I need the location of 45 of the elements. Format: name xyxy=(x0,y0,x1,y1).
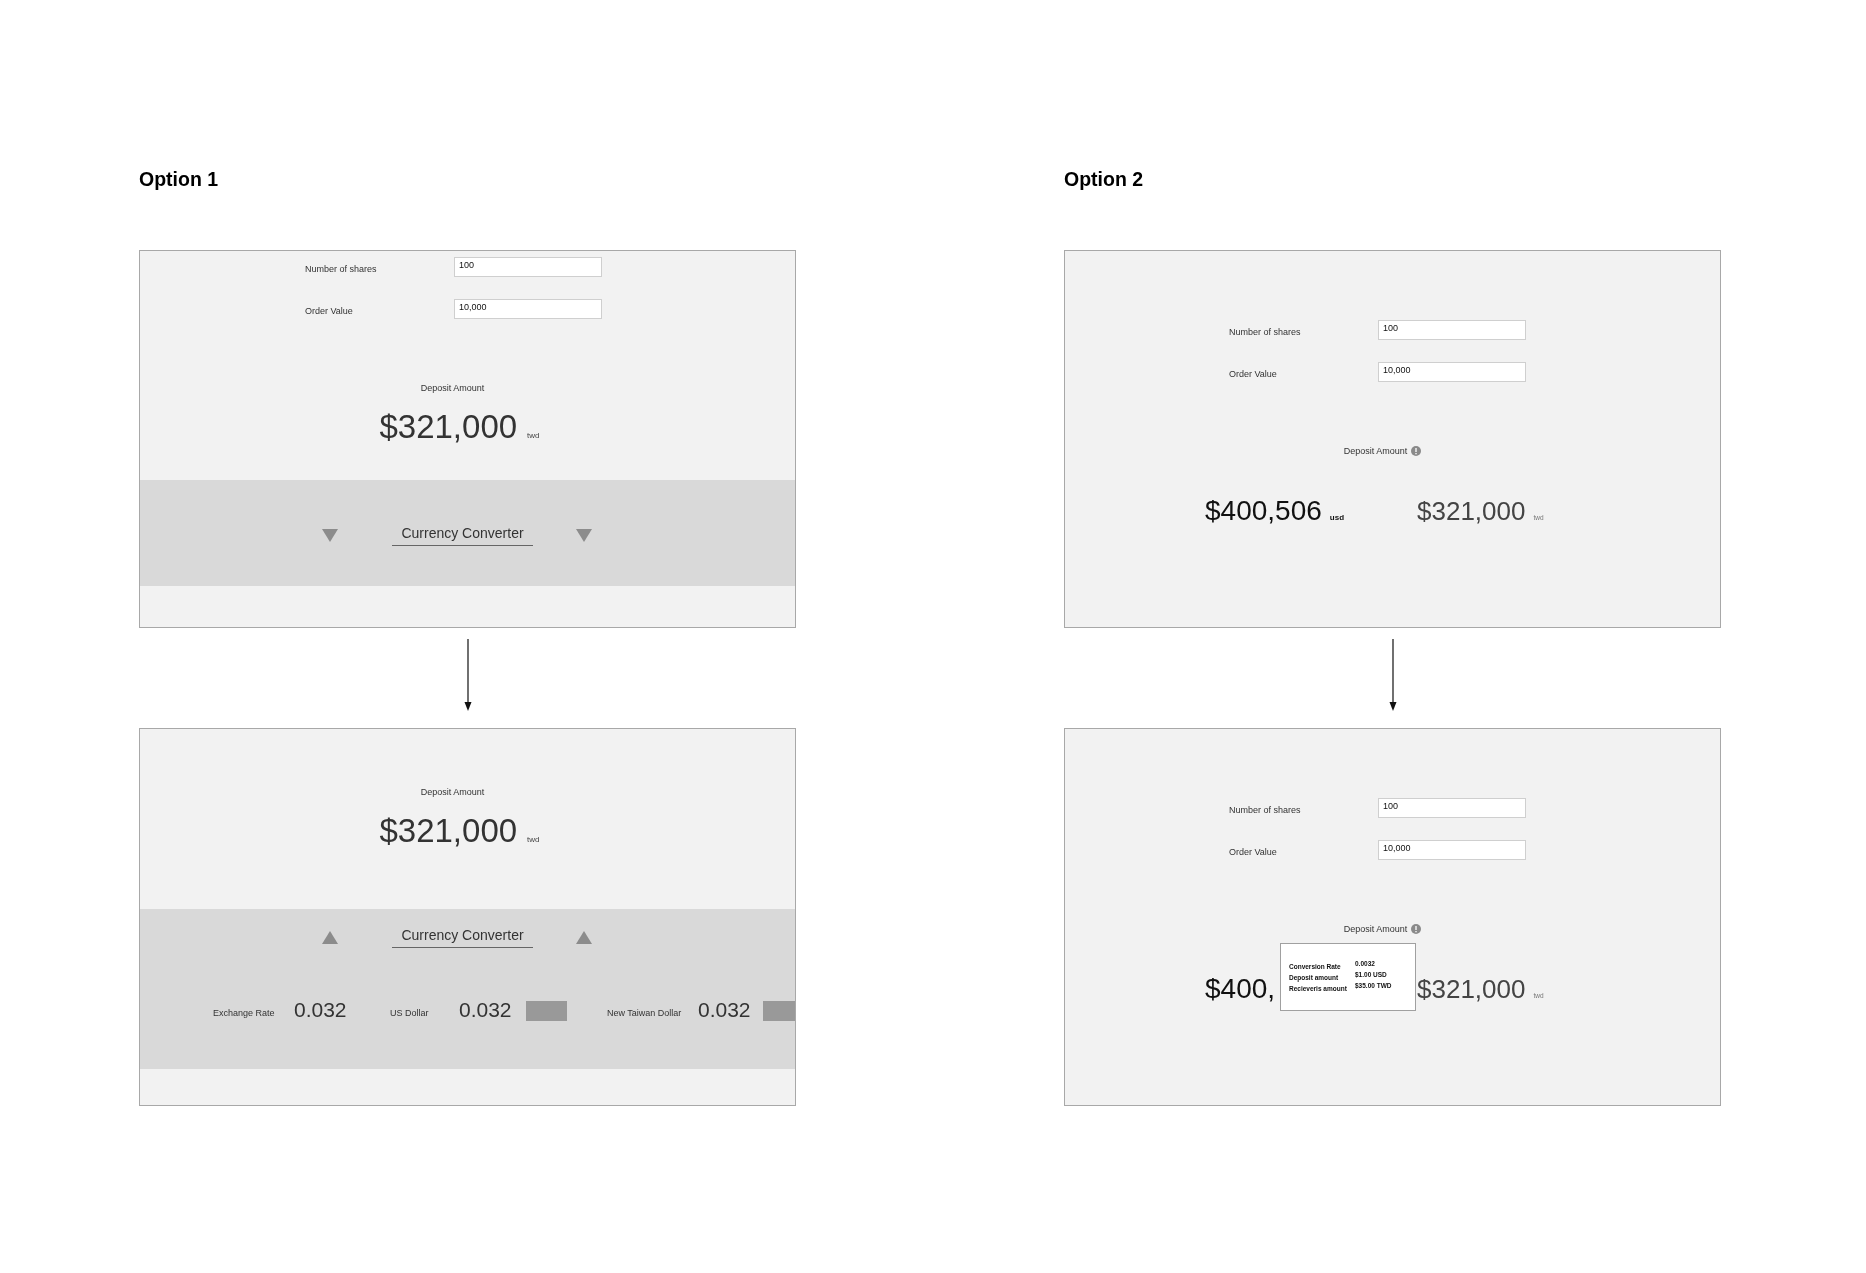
option-title: Option 2 xyxy=(1064,168,1144,190)
down-arrow xyxy=(1387,639,1398,711)
input-field[interactable]: 10,000 xyxy=(1378,840,1526,860)
currency-code: twd xyxy=(527,430,540,442)
deposit-label: Deposit Amount xyxy=(420,786,485,798)
deposit-label: Deposit Amount xyxy=(420,382,485,394)
rate-value: 0.032 xyxy=(459,998,512,1021)
option-title: Option 1 xyxy=(139,168,219,190)
triangle-down-icon[interactable] xyxy=(322,529,339,542)
rate-label: US Dollar xyxy=(390,1008,429,1018)
input-field[interactable]: 100 xyxy=(1378,320,1526,340)
input-field[interactable]: 100 xyxy=(454,257,602,277)
currency-code: twd xyxy=(527,834,540,846)
field-label: Number of shares xyxy=(305,264,377,274)
deposit-amount: $321,000 xyxy=(1417,497,1526,525)
deposit-amount: $400,506 xyxy=(1205,497,1322,525)
deposit-amount: $321,000 xyxy=(379,410,518,443)
deposit-amount: $321,000 xyxy=(1417,975,1526,1003)
deposit-label: Deposit Amount xyxy=(1343,923,1408,935)
input-field[interactable]: 10,000 xyxy=(454,299,602,319)
triangle-up-icon[interactable] xyxy=(575,931,592,944)
triangle-down-icon[interactable] xyxy=(575,529,592,542)
info-icon[interactable] xyxy=(1411,924,1422,934)
field-label: Order Value xyxy=(305,306,353,316)
field-label: Number of shares xyxy=(1229,327,1301,337)
input-field[interactable]: 100 xyxy=(1378,798,1526,818)
rate-value: 0.032 xyxy=(698,998,751,1021)
rate-label: New Taiwan Dollar xyxy=(607,1008,682,1018)
rate-value: 0.032 xyxy=(294,998,347,1021)
info-icon[interactable] xyxy=(1411,446,1422,456)
currency-converter-toggle[interactable]: Currency Converter xyxy=(392,927,533,948)
down-arrow xyxy=(462,639,473,711)
field-label: Order Value xyxy=(1229,847,1277,857)
field-label: Order Value xyxy=(1229,369,1277,379)
deposit-amount: $321,000 xyxy=(379,814,518,847)
field-label: Number of shares xyxy=(1229,805,1301,815)
placeholder-block xyxy=(763,1001,795,1021)
rate-label: Exchange Rate xyxy=(213,1008,275,1018)
triangle-up-icon[interactable] xyxy=(322,931,339,944)
deposit-label: Deposit Amount xyxy=(1343,445,1408,457)
currency-converter-toggle[interactable]: Currency Converter xyxy=(392,525,533,546)
currency-code: usd xyxy=(1329,512,1345,524)
input-field[interactable]: 10,000 xyxy=(1378,362,1526,382)
placeholder-block xyxy=(526,1001,567,1021)
deposit-amount: $400, xyxy=(1205,975,1276,1003)
